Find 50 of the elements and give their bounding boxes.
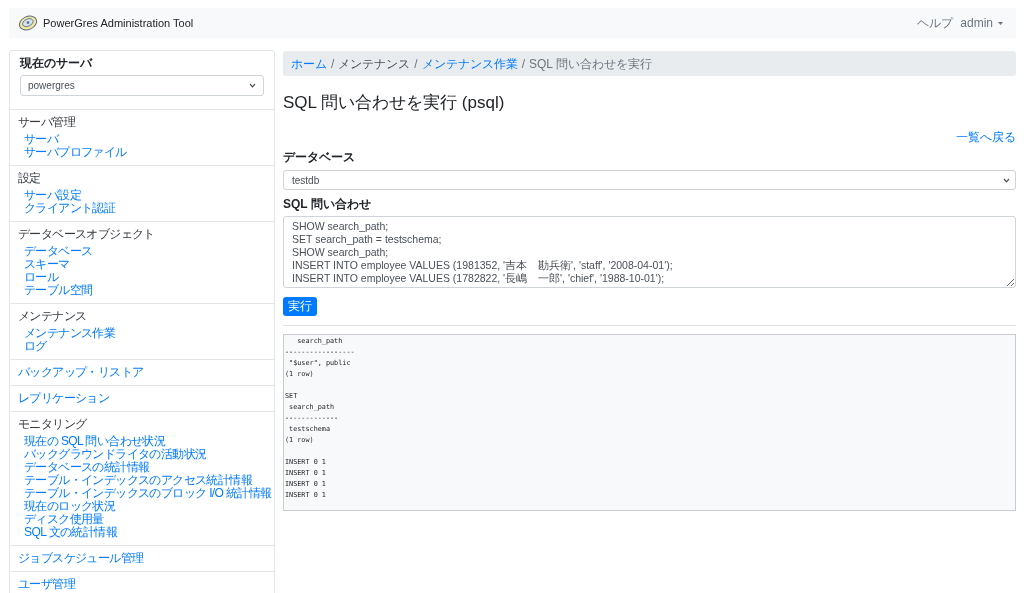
logo-icon	[18, 14, 38, 32]
sidebar-link[interactable]: サーバ	[24, 133, 59, 146]
sidebar-link[interactable]: SQL 文の統計情報	[24, 526, 117, 539]
user-menu[interactable]: admin	[960, 14, 1003, 32]
chevron-icon	[1003, 177, 1010, 183]
breadcrumb-separator: /	[330, 55, 336, 73]
sidebar-link[interactable]: サーバ設定	[24, 189, 81, 202]
server-select[interactable]: powergres	[20, 75, 264, 96]
breadcrumb-item: メンテナンス	[338, 55, 411, 73]
section-heading: モニタリング	[18, 418, 87, 431]
breadcrumb-item[interactable]: ホーム	[291, 54, 327, 73]
sidebar-link[interactable]: サーバプロファイル	[24, 146, 127, 159]
breadcrumb-separator: /	[520, 55, 527, 73]
breadcrumb-item[interactable]: メンテナンス作業	[421, 54, 518, 73]
section-heading: 現在のサーバ	[20, 57, 92, 70]
sidebar-link[interactable]: ユーザ管理	[18, 578, 75, 591]
sidebar-link[interactable]: テーブル空間	[24, 284, 93, 297]
sidebar-link[interactable]: ディスク使用量	[24, 513, 104, 526]
section-heading: サーバ管理	[18, 116, 75, 129]
sidebar-link[interactable]: テーブル・インデックスのアクセス統計情報	[24, 474, 252, 487]
page-title: SQL 問い合わせを実行 (psql)	[283, 92, 505, 114]
database-select[interactable]: testdb	[283, 170, 1016, 190]
sidebar-link[interactable]: レプリケーション	[18, 392, 110, 405]
breadcrumb-separator: /	[413, 55, 419, 73]
section-heading: 設定	[18, 172, 41, 185]
field-label: データベース	[283, 151, 355, 164]
sidebar-link[interactable]: メンテナンス作業	[24, 327, 116, 340]
sidebar-link[interactable]: 現在の SQL 問い合わせ状況	[24, 435, 166, 448]
sidebar-link[interactable]: 現在のロック状況	[24, 500, 116, 513]
sidebar-link[interactable]: データベースの統計情報	[24, 461, 150, 474]
sql-query-field[interactable]: SHOW search_path; SET search_path = testschema; SHOW search_path; INSERT INTO employee VALUES (1981352, '吉本 勘兵衛', 'staff', '2008-04-01'); INSERT INTO employee VALUES (1782822, '長嶋 一郎', 'chief', '1988-10-01');	[283, 216, 1016, 288]
sidebar-link[interactable]: クライアント認証	[24, 202, 116, 215]
sidebar-link[interactable]: スキーマ	[24, 258, 70, 271]
back-to-list-link[interactable]: 一覧へ戻る	[956, 131, 1016, 144]
sidebar-link[interactable]: ジョブスケジュール管理	[18, 552, 144, 565]
chevron-icon	[249, 83, 256, 88]
sidebar-link[interactable]: バックアップ・リストア	[18, 366, 144, 379]
run-button[interactable]: 実行	[283, 297, 317, 316]
sidebar-link[interactable]: ロール	[24, 271, 59, 284]
help-link[interactable]: ヘルプ	[917, 14, 954, 32]
caret-icon	[998, 21, 1003, 25]
app-title[interactable]: PowerGres Administration Tool	[43, 14, 194, 32]
section-heading: データベースオブジェクト	[18, 228, 155, 241]
sidebar-link[interactable]: テーブル・インデックスのブロック I/O 統計情報	[24, 487, 272, 500]
breadcrumb-item: SQL 問い合わせを実行	[529, 55, 652, 73]
sidebar-link[interactable]: ログ	[24, 340, 47, 353]
sidebar-link[interactable]: データベース	[24, 245, 93, 258]
section-heading: メンテナンス	[18, 310, 87, 323]
field-label: SQL 問い合わせ	[283, 198, 371, 211]
sidebar-link[interactable]: バックグラウンドライタの活動状況	[24, 448, 207, 461]
